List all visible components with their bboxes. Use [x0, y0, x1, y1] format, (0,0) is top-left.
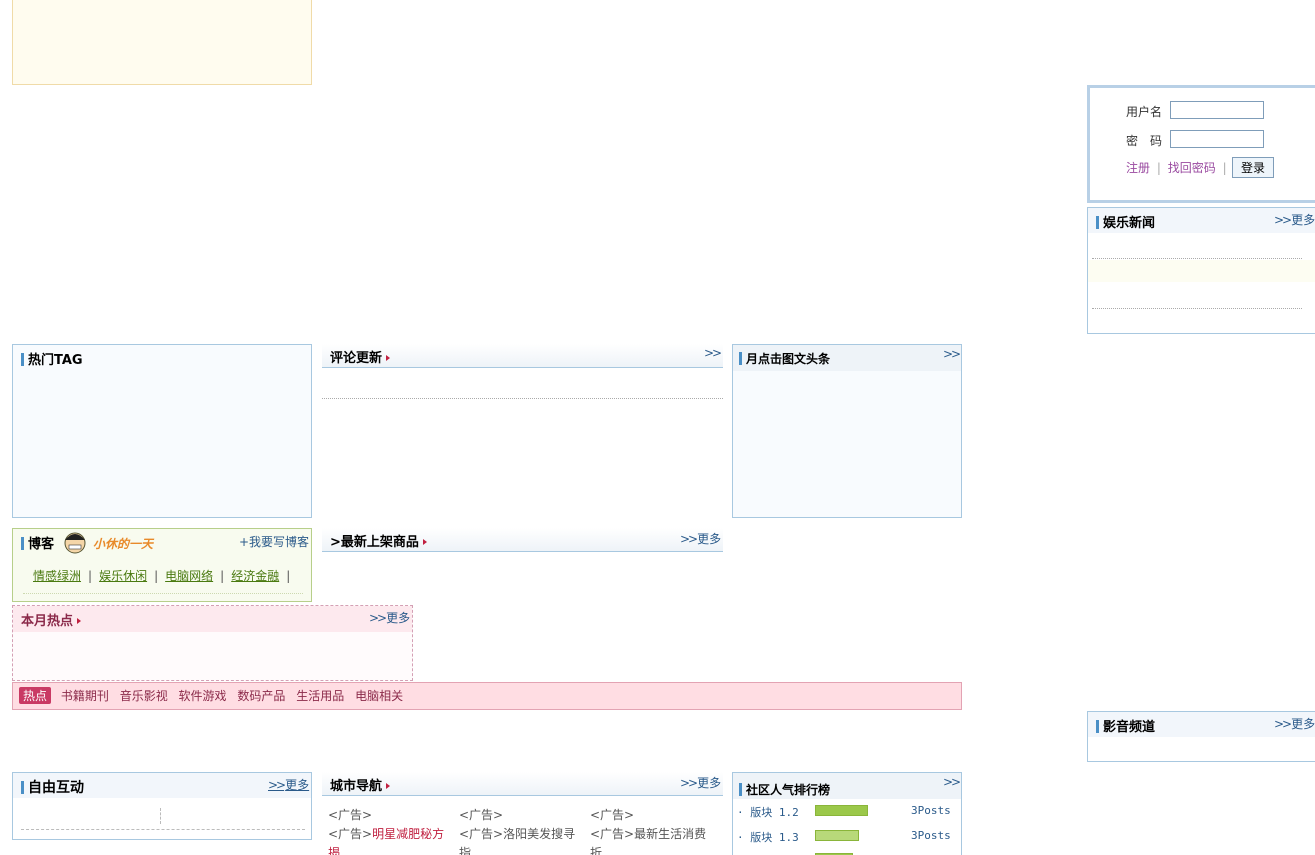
hot-category-link[interactable]: 音乐影视 [120, 689, 168, 703]
comments-more-link[interactable]: >> [704, 346, 722, 360]
title-bar-icon [21, 781, 24, 794]
city-nav-panel: 城市导航 >>更多 <广告> <广告>明星减肥秘方揭 秘 <广告> <广告>洛阳… [322, 772, 723, 855]
hot-category-link[interactable]: 生活用品 [296, 689, 344, 703]
rank-count: 3Posts [911, 804, 951, 817]
blog-cat-link[interactable]: 娱乐休闲 [99, 569, 147, 583]
ent-news-panel: 娱乐新闻 >>更多 [1087, 207, 1315, 334]
blog-title: 博客 [28, 537, 55, 552]
hot-category-link[interactable]: 软件游戏 [179, 689, 227, 703]
login-box: 用户名 密 码 注册 | 找回密码 | 登录 [1087, 85, 1315, 203]
ad-tag: <广告> [459, 808, 504, 822]
av-channel-title: 影音频道 [1103, 720, 1156, 735]
hot-tag-panel: 热门TAG [12, 344, 312, 518]
free-interaction-more-link[interactable]: >>更多 [268, 776, 309, 793]
password-input[interactable] [1170, 130, 1264, 148]
username-input[interactable] [1170, 101, 1264, 119]
city-nav-title: 城市导航 [330, 779, 383, 794]
new-products-title: >最新上架商品 [330, 535, 419, 550]
monthly-clicks-title: 月点击图文头条 [746, 352, 831, 366]
ad-tag: <广告> [590, 808, 635, 822]
new-products-panel: >最新上架商品 >>更多 [322, 528, 723, 552]
city-nav-column: <广告> <广告>明星减肥秘方揭 秘 [328, 806, 453, 855]
arrow-icon [422, 539, 427, 545]
blog-cat-link[interactable]: 电脑网络 [165, 569, 213, 583]
ad-tag: <广告> [328, 808, 373, 822]
rank-row: · 版块 1.2 3Posts [737, 804, 951, 819]
blog-cat-link[interactable]: 经济金融 [231, 569, 279, 583]
forgot-password-link[interactable]: 找回密码 [1168, 161, 1216, 175]
username-label: 用户名 [1126, 105, 1163, 119]
rank-bar [815, 830, 859, 841]
blog-logo-icon: 小休的一天 [61, 530, 171, 556]
hot-category-bar: 热点 书籍期刊 音乐影视 软件游戏 数码产品 生活用品 电脑相关 [12, 682, 962, 710]
free-interaction-panel: 自由互动 >>更多 [12, 772, 312, 840]
title-bar-icon [1096, 216, 1099, 229]
av-channel-more-link[interactable]: >>更多 [1274, 715, 1315, 732]
monthly-clicks-more-link[interactable]: >> [943, 347, 961, 361]
community-rank-panel: 社区人气排行榜 >> · 版块 1.2 3Posts · 版块 1.3 3Pos… [732, 772, 962, 855]
city-nav-column: <广告> <广告>最新生活消费折 扣 [590, 806, 715, 855]
ent-news-title: 娱乐新闻 [1103, 216, 1156, 231]
register-link[interactable]: 注册 [1126, 161, 1150, 175]
arrow-icon [386, 783, 391, 789]
monthly-hot-title: 本月热点 [21, 614, 74, 629]
arrow-icon [77, 618, 82, 624]
top-ad-box [12, 0, 312, 85]
hot-category-link[interactable]: 数码产品 [237, 689, 285, 703]
login-button[interactable]: 登录 [1232, 157, 1275, 178]
av-channel-panel: 影音频道 >>更多 [1087, 711, 1315, 762]
new-products-more-link[interactable]: >>更多 [680, 530, 721, 547]
rank-bar [815, 805, 868, 816]
rank-count: 3Posts [911, 829, 951, 842]
hot-badge: 热点 [19, 687, 52, 704]
rank-forum-link[interactable]: 版块 1.2 [750, 806, 799, 819]
title-bar-icon [739, 352, 742, 365]
blog-panel: 博客 小休的一天 +我要写博客 情感绿洲 | 娱乐休闲 | 电脑网络 | 经济金融 | [12, 528, 312, 602]
hot-category-link[interactable]: 书籍期刊 [61, 689, 109, 703]
comments-panel: 评论更新 >> [322, 344, 723, 404]
community-rank-title: 社区人气排行榜 [746, 783, 831, 797]
blog-categories: 情感绿洲 | 娱乐休闲 | 电脑网络 | 经济金融 | [33, 569, 291, 583]
title-bar-icon [1096, 720, 1099, 733]
arrow-icon [386, 355, 391, 361]
comments-title: 评论更新 [330, 351, 383, 366]
city-nav-more-link[interactable]: >>更多 [680, 774, 721, 791]
title-bar-icon [739, 783, 742, 796]
rank-forum-link[interactable]: 版块 1.3 [750, 831, 799, 844]
rank-row: · 版块 1.3 3Posts [737, 829, 951, 844]
password-label: 密 码 [1126, 134, 1163, 148]
city-nav-column: <广告> <广告>洛阳美发搜寻指 南 [459, 806, 584, 855]
hot-tag-title: 热门TAG [28, 353, 83, 368]
monthly-hot-more-link[interactable]: >>更多 [369, 609, 410, 626]
title-bar-icon [21, 353, 24, 366]
community-rank-more-link[interactable]: >> [943, 775, 961, 789]
login-separator: | [1156, 161, 1161, 175]
monthly-clicks-panel: 月点击图文头条 >> [732, 344, 962, 518]
write-blog-link[interactable]: +我要写博客 [239, 533, 309, 550]
free-interaction-title: 自由互动 [28, 780, 84, 796]
title-bar-icon [21, 537, 24, 550]
blog-cat-link[interactable]: 情感绿洲 [33, 569, 81, 583]
hot-category-link[interactable]: 电脑相关 [355, 689, 403, 703]
ent-news-more-link[interactable]: >>更多 [1274, 211, 1315, 228]
monthly-hot-panel: 本月热点 >>更多 [12, 605, 413, 681]
login-separator: | [1222, 161, 1227, 175]
